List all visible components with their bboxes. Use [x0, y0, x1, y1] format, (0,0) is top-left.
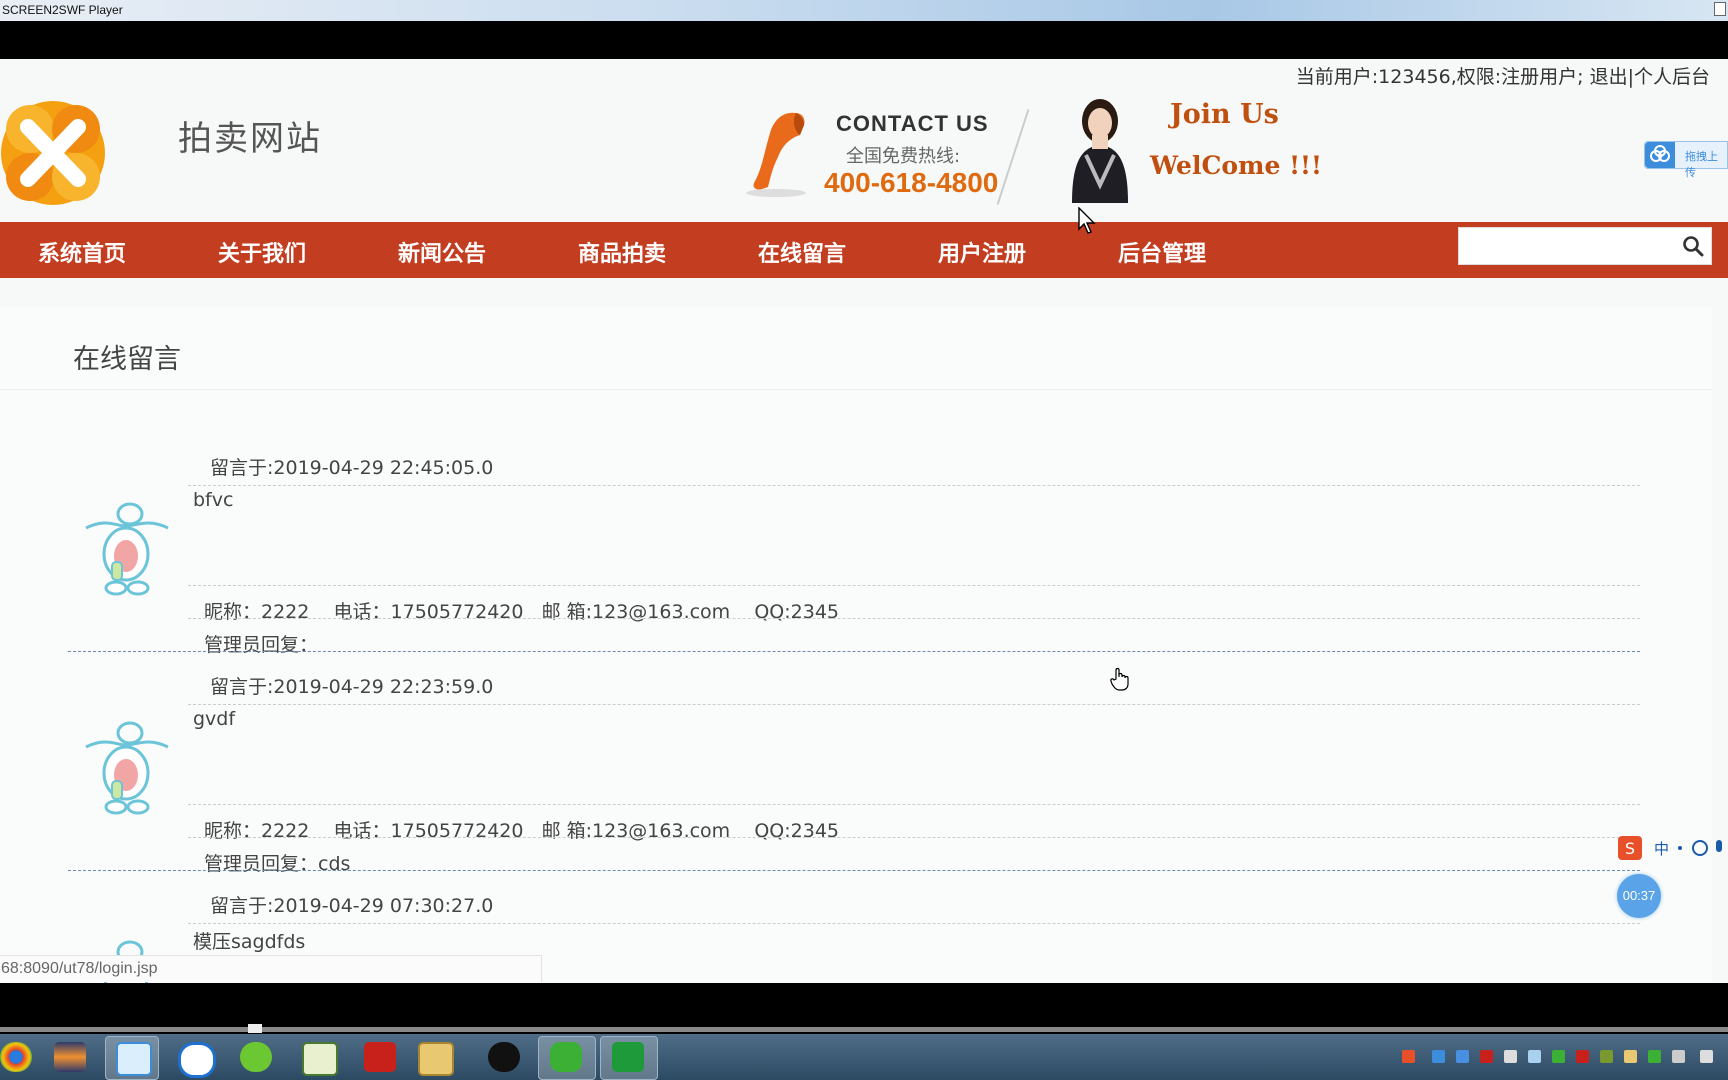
nav-item-messages[interactable]: 在线留言: [758, 236, 846, 268]
playback-progress[interactable]: [0, 1024, 1728, 1033]
baidu-cloud-icon[interactable]: [116, 1042, 152, 1076]
divider: [188, 485, 1640, 486]
mouse-cursor-icon: [1078, 207, 1096, 234]
search-icon[interactable]: [1681, 234, 1705, 258]
player-icon[interactable]: [612, 1042, 644, 1072]
player-top-letterbox: [0, 21, 1728, 59]
tray-icon[interactable]: [1624, 1050, 1637, 1063]
user-info[interactable]: 当前用户:123456,权限:注册用户; 退出|个人后台: [1296, 62, 1710, 89]
avatar: [85, 721, 169, 815]
eclipse-icon[interactable]: [54, 1042, 86, 1072]
message-item: 留言于:2019-04-29 22:23:59.0 gvdf 昵称：2222 电…: [68, 662, 1640, 880]
admin-reply: 管理员回复：cds: [204, 853, 351, 875]
network-icon[interactable]: [1700, 1050, 1713, 1063]
divider: [188, 704, 1640, 705]
divider: [188, 618, 1640, 619]
playback-thumb[interactable]: [248, 1024, 262, 1033]
nav-item-about[interactable]: 关于我们: [218, 236, 306, 268]
nav-item-home[interactable]: 系统首页: [38, 236, 126, 268]
volume-icon[interactable]: [1672, 1050, 1685, 1063]
site-logo-icon[interactable]: [0, 99, 106, 207]
message-separator: [68, 870, 1640, 871]
nav-item-admin[interactable]: 后台管理: [1118, 236, 1206, 268]
cloud-upload-button[interactable]: 拖拽上传: [1644, 141, 1728, 179]
folder-icon[interactable]: [418, 1042, 454, 1076]
message-board: 在线留言 留言于:2019-04-29 22:45:05.0 bfvc 昵称：2…: [0, 307, 1712, 983]
message-contact-info: 昵称：2222 电话：17505772420 邮 箱:123@163.com Q…: [204, 820, 840, 842]
editor-icon[interactable]: [302, 1042, 338, 1076]
hotline-label: 全国免费热线:: [846, 146, 961, 167]
welcome-text: WelCome !!!: [1150, 151, 1322, 180]
tray-icon[interactable]: [1456, 1050, 1469, 1063]
search-input[interactable]: [1459, 228, 1675, 262]
tray-icon[interactable]: [1600, 1050, 1613, 1063]
tray-icon[interactable]: [1432, 1050, 1445, 1063]
model-photo: [1072, 99, 1128, 203]
divider: [188, 837, 1640, 838]
message-item: 留言于:2019-04-29 22:45:05.0 bfvc 昵称：2222 电…: [68, 443, 1640, 661]
contact-title: CONTACT US: [836, 111, 989, 136]
search-box: [1458, 227, 1712, 265]
admin-reply: 管理员回复：: [204, 634, 319, 656]
tray-icon[interactable]: [1480, 1050, 1493, 1063]
message-separator: [68, 651, 1640, 652]
message-body: bfvc: [193, 489, 234, 511]
os-taskbar: [0, 1034, 1728, 1080]
wechat-icon[interactable]: [550, 1042, 582, 1072]
ime-label: 中: [1654, 840, 1669, 858]
nav-item-auction[interactable]: 商品拍卖: [578, 236, 666, 268]
section-divider: [0, 389, 1712, 390]
webpage: 当前用户:123456,权限:注册用户; 退出|个人后台 拍卖网站 CONTAC…: [0, 59, 1728, 983]
nav-item-register[interactable]: 用户注册: [938, 236, 1026, 268]
cloud-upload-label: 拖拽上传: [1685, 150, 1718, 179]
tray-icon[interactable]: [1504, 1050, 1517, 1063]
avatar: [85, 502, 169, 596]
cloud-icon: [1645, 142, 1675, 168]
divider: [188, 804, 1640, 805]
svg-text:S: S: [1625, 839, 1635, 858]
message-time: 留言于:2019-04-29 22:45:05.0: [210, 457, 494, 479]
join-us-text: Join Us: [1170, 99, 1279, 130]
hand-cursor-icon: [1110, 667, 1129, 691]
phone-icon: [746, 112, 806, 197]
nav-item-news[interactable]: 新闻公告: [398, 236, 486, 268]
sogou-tray-icon[interactable]: [1402, 1050, 1415, 1063]
window-title: SCREEN2SWF Player: [2, 3, 123, 17]
message-time: 留言于:2019-04-29 07:30:27.0: [210, 895, 494, 917]
tray-icon[interactable]: [1576, 1050, 1589, 1063]
site-name: 拍卖网站: [178, 119, 322, 159]
browser-icon[interactable]: [178, 1042, 216, 1078]
window-control-icon[interactable]: [1714, 2, 1726, 16]
recording-timer[interactable]: 00:37: [1617, 874, 1661, 918]
message-contact-info: 昵称：2222 电话：17505772420 邮 箱:123@163.com Q…: [204, 601, 840, 623]
divider: [188, 923, 1640, 924]
player-bottom-letterbox: [0, 983, 1728, 1030]
section-title: 在线留言: [73, 344, 181, 375]
green-app-icon[interactable]: [240, 1042, 272, 1072]
flash-icon[interactable]: [364, 1042, 396, 1072]
ime-toolbar[interactable]: S 中: [1618, 835, 1728, 861]
player-titlebar: SCREEN2SWF Player: [0, 0, 1728, 21]
chrome-icon[interactable]: [0, 1042, 32, 1072]
qq-icon[interactable]: [488, 1042, 520, 1072]
status-bar-url: 68:8090/ut78/login.jsp: [0, 955, 542, 982]
message-body: gvdf: [193, 708, 236, 730]
message-body: 模压sagdfds: [193, 931, 306, 953]
tray-icon[interactable]: [1552, 1050, 1565, 1063]
hotline-number: 400-618-4800: [824, 167, 999, 198]
tray-icon[interactable]: [1528, 1050, 1541, 1063]
header-divider: [996, 109, 1030, 205]
tray-icon[interactable]: [1648, 1050, 1661, 1063]
divider: [188, 585, 1640, 586]
message-time: 留言于:2019-04-29 22:23:59.0: [210, 676, 494, 698]
